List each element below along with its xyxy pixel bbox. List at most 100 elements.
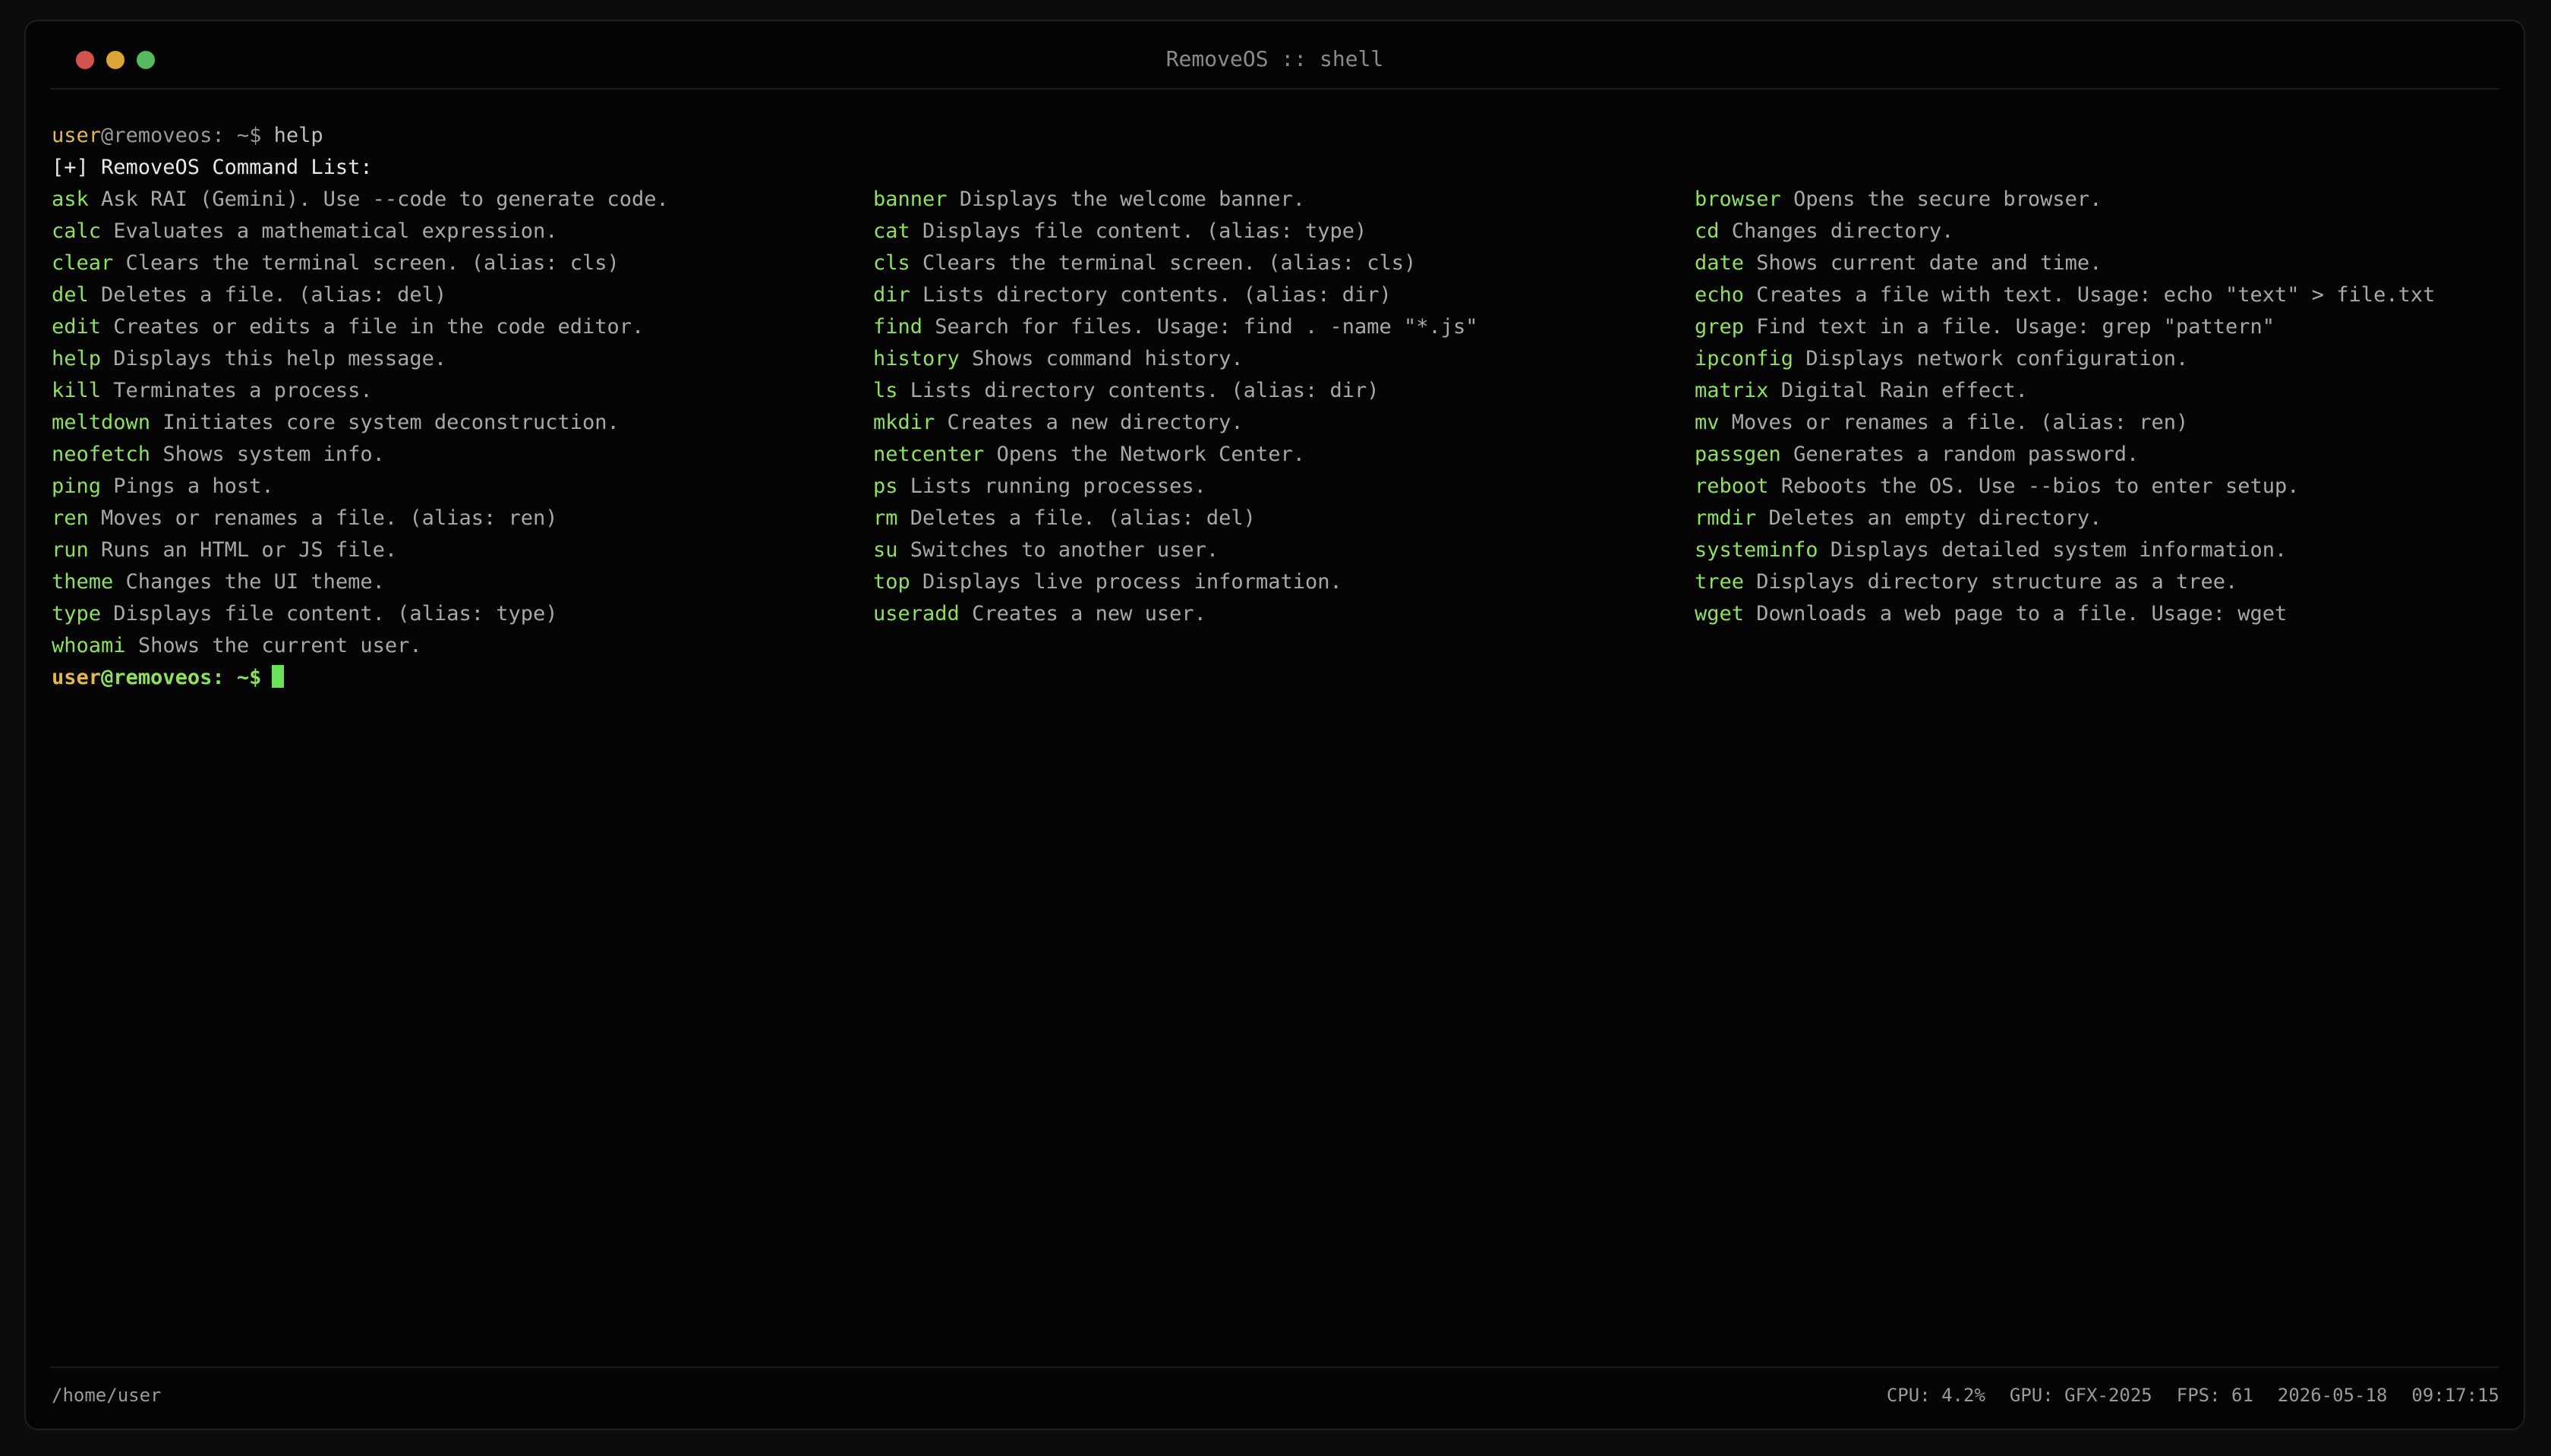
- terminal-window: RemoveOS :: shell user@removeos: ~$ help…: [24, 20, 2525, 1430]
- command-entry: type Displays file content. (alias: type…: [52, 598, 873, 630]
- command-name: echo: [1695, 283, 1745, 307]
- command-description: Moves or renames a file. (alias: ren): [101, 506, 558, 530]
- command-name: history: [873, 347, 960, 370]
- command-entry: rmdir Deletes an empty directory.: [1695, 503, 2504, 534]
- command-name: reboot: [1695, 474, 1769, 498]
- command-description: Creates a new directory.: [947, 411, 1244, 434]
- command-description: Shows command history.: [972, 347, 1244, 370]
- command-description: Moves or renames a file. (alias: ren): [1731, 411, 2189, 434]
- command-name: theme: [52, 570, 114, 594]
- active-prompt-line[interactable]: user@removeos: ~$: [52, 662, 2504, 694]
- command-description: Evaluates a mathematical expression.: [113, 219, 558, 243]
- cpu-usage: CPU: 4.2%: [1886, 1385, 1985, 1406]
- command-entry: theme Changes the UI theme.: [52, 566, 873, 598]
- command-entry: su Switches to another user.: [873, 534, 1695, 566]
- command-name: clear: [52, 251, 114, 275]
- prompt-user: user: [52, 666, 102, 689]
- command-description: Terminates a process.: [113, 379, 373, 402]
- command-description: Switches to another user.: [910, 538, 1219, 562]
- status-bar: /home/user CPU: 4.2% GPU: GFX-2025 FPS: …: [50, 1366, 2499, 1429]
- command-column-2: banner Displays the welcome banner. cat D…: [873, 184, 1695, 662]
- command-description: Shows current date and time.: [1756, 251, 2102, 275]
- command-entry: ipconfig Displays network configuration.: [1695, 343, 2504, 375]
- command-description: Creates or edits a file in the code edit…: [113, 315, 645, 339]
- command-entry: meltdown Initiates core system deconstru…: [52, 407, 873, 439]
- command-name: banner: [873, 188, 948, 211]
- command-name: systeminfo: [1695, 538, 1818, 562]
- command-description: Clears the terminal screen. (alias: cls): [125, 251, 620, 275]
- command-entry: systeminfo Displays detailed system info…: [1695, 534, 2504, 566]
- command-name: matrix: [1695, 379, 1769, 402]
- command-entry: history Shows command history.: [873, 343, 1695, 375]
- command-entry: wget Downloads a web page to a file. Usa…: [1695, 598, 2504, 630]
- command-entry: netcenter Opens the Network Center.: [873, 439, 1695, 471]
- command-entry: clear Clears the terminal screen. (alias…: [52, 247, 873, 279]
- command-description: Opens the Network Center.: [996, 443, 1305, 466]
- command-entry: kill Terminates a process.: [52, 375, 873, 407]
- command-name: mv: [1695, 411, 1720, 434]
- command-description: Creates a file with text. Usage: echo "t…: [1756, 283, 2436, 307]
- command-description: Lists directory contents. (alias: dir): [922, 283, 1392, 307]
- command-name: dir: [873, 283, 910, 307]
- command-name: su: [873, 538, 898, 562]
- command-name: ren: [52, 506, 89, 530]
- command-description: Lists directory contents. (alias: dir): [910, 379, 1380, 402]
- command-name: whoami: [52, 634, 126, 657]
- command-name: run: [52, 538, 89, 562]
- command-name: help: [52, 347, 102, 370]
- command-description: Ask RAI (Gemini). Use --code to generate…: [101, 188, 669, 211]
- command-name: type: [52, 602, 102, 626]
- command-name: grep: [1695, 315, 1745, 339]
- command-description: Displays this help message.: [113, 347, 447, 370]
- command-description: Generates a random password.: [1793, 443, 2139, 466]
- command-column-3: browser Opens the secure browser. cd Chan…: [1695, 184, 2504, 662]
- fps-counter: FPS: 61: [2176, 1385, 2253, 1406]
- command-entry: whoami Shows the current user.: [52, 630, 873, 662]
- command-description: Shows the current user.: [137, 634, 422, 657]
- command-description: Find text in a file. Usage: grep "patter…: [1756, 315, 2275, 339]
- terminal-output[interactable]: user@removeos: ~$ help [+] RemoveOS Comm…: [52, 120, 2504, 694]
- command-description: Displays network configuration.: [1805, 347, 2189, 370]
- command-description: Search for files. Usage: find . -name "*…: [935, 315, 1478, 339]
- command-entry: top Displays live process information.: [873, 566, 1695, 598]
- command-entry: useradd Creates a new user.: [873, 598, 1695, 630]
- command-name: ipconfig: [1695, 347, 1794, 370]
- command-list-header: [+] RemoveOS Command List:: [52, 156, 373, 179]
- command-name: netcenter: [873, 443, 985, 466]
- command-entry: cat Displays file content. (alias: type): [873, 216, 1695, 247]
- command-entry: passgen Generates a random password.: [1695, 439, 2504, 471]
- command-description: Shows system info.: [162, 443, 385, 466]
- command-description: Creates a new user.: [972, 602, 1206, 626]
- command-description: Pings a host.: [113, 474, 274, 498]
- command-description: Initiates core system deconstruction.: [162, 411, 620, 434]
- command-name: rmdir: [1695, 506, 1757, 530]
- command-entry: edit Creates or edits a file in the code…: [52, 311, 873, 343]
- command-description: Displays the welcome banner.: [959, 188, 1305, 211]
- command-entry: banner Displays the welcome banner.: [873, 184, 1695, 216]
- command-entry: reboot Reboots the OS. Use --bios to ent…: [1695, 471, 2504, 503]
- command-name: mkdir: [873, 411, 935, 434]
- command-entry: cd Changes directory.: [1695, 216, 2504, 247]
- command-name: ask: [52, 188, 89, 211]
- command-entry: rm Deletes a file. (alias: del): [873, 503, 1695, 534]
- status-time: 09:17:15: [2411, 1385, 2499, 1406]
- command-entry: cls Clears the terminal screen. (alias: …: [873, 247, 1695, 279]
- command-entry: grep Find text in a file. Usage: grep "p…: [1695, 311, 2504, 343]
- command-name: neofetch: [52, 443, 151, 466]
- command-entry: ls Lists directory contents. (alias: dir…: [873, 375, 1695, 407]
- command-name: ps: [873, 474, 898, 498]
- command-name: useradd: [873, 602, 960, 626]
- status-date: 2026-05-18: [2277, 1385, 2388, 1406]
- command-description: Displays file content. (alias: type): [113, 602, 558, 626]
- command-name: date: [1695, 251, 1745, 275]
- command-name: top: [873, 570, 910, 594]
- command-name: cat: [873, 219, 910, 243]
- command-name: passgen: [1695, 443, 1781, 466]
- command-entry: calc Evaluates a mathematical expression…: [52, 216, 873, 247]
- command-column-1: ask Ask RAI (Gemini). Use --code to gene…: [52, 184, 873, 662]
- command-description: Runs an HTML or JS file.: [101, 538, 398, 562]
- text-cursor: [272, 665, 285, 688]
- command-entry: echo Creates a file with text. Usage: ec…: [1695, 279, 2504, 311]
- command-entry: del Deletes a file. (alias: del): [52, 279, 873, 311]
- command-description: Displays directory structure as a tree.: [1756, 570, 2238, 594]
